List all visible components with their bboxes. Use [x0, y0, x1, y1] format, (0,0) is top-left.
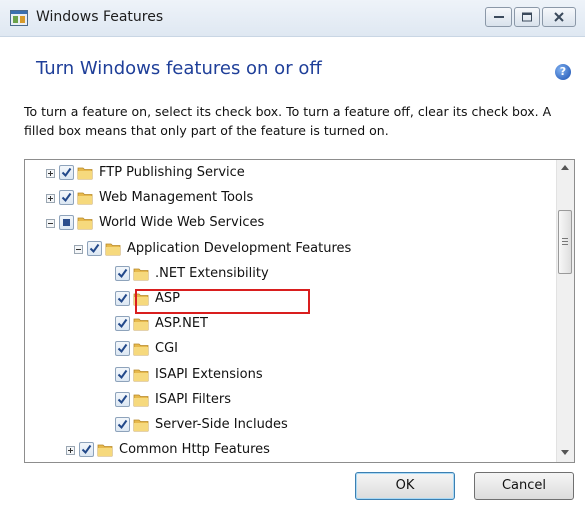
tree-item[interactable]: Common Http Features: [25, 439, 555, 462]
expand-icon[interactable]: [66, 446, 75, 456]
expand-icon[interactable]: [46, 194, 55, 204]
arrow-down-icon: [561, 450, 569, 455]
checkbox[interactable]: [115, 417, 130, 432]
maximize-icon: [522, 12, 532, 22]
close-button[interactable]: [542, 7, 576, 27]
folder-icon: [77, 217, 93, 230]
tree-item[interactable]: .NET Extensibility: [25, 263, 555, 287]
vertical-scrollbar[interactable]: [556, 160, 574, 462]
folder-icon: [133, 268, 149, 281]
cancel-button[interactable]: Cancel: [474, 472, 574, 500]
checkbox[interactable]: [59, 165, 74, 180]
tree-item[interactable]: Web Management Tools: [25, 187, 555, 211]
tree-item-label: FTP Publishing Service: [99, 165, 245, 180]
checkbox[interactable]: [115, 391, 130, 407]
folder-icon: [105, 243, 121, 255]
tree-item[interactable]: ISAPI Extensions: [25, 364, 555, 388]
arrow-up-icon: [561, 165, 569, 170]
tree-item-label: CGI: [155, 341, 178, 357]
title-bar[interactable]: Windows Features: [0, 0, 585, 37]
scroll-up-button[interactable]: [557, 160, 574, 177]
folder-icon: [97, 444, 113, 457]
tree-item[interactable]: Application Development Features: [25, 238, 555, 262]
asp-highlight-annotation: [135, 289, 310, 314]
folder-icon: [133, 369, 149, 381]
folder-icon: [133, 394, 149, 407]
tree-item[interactable]: Server-Side Includes: [25, 414, 555, 438]
tree-item-label: ISAPI Filters: [155, 391, 231, 407]
folder-icon: [133, 318, 149, 331]
folder-icon: [77, 167, 93, 180]
checkbox[interactable]: [115, 291, 130, 306]
page-heading: Turn Windows features on or off: [36, 58, 322, 79]
maximize-button[interactable]: [514, 7, 540, 27]
ok-button[interactable]: OK: [355, 472, 455, 500]
tree-item[interactable]: FTP Publishing Service: [25, 162, 555, 186]
collapse-icon[interactable]: [46, 219, 55, 229]
minimize-button[interactable]: [485, 7, 512, 27]
collapse-icon[interactable]: [74, 244, 83, 254]
description-text: To turn a feature on, select its check b…: [24, 104, 552, 138]
checkbox[interactable]: [115, 265, 130, 281]
expand-icon[interactable]: [46, 169, 55, 178]
minimize-icon: [493, 16, 504, 18]
tree-item-label: Web Management Tools: [99, 190, 254, 206]
folder-icon: [133, 343, 149, 356]
tree-item-label: ISAPI Extensions: [155, 366, 263, 382]
help-icon[interactable]: ?: [555, 64, 571, 80]
windows-features-dialog: Windows Features Turn Windows features o…: [0, 0, 585, 513]
folder-icon: [77, 192, 93, 205]
tree-item-label: .NET Extensibility: [155, 265, 269, 281]
tree-item[interactable]: CGI: [25, 338, 555, 362]
checkbox-partial[interactable]: [59, 215, 74, 231]
close-icon: [554, 12, 564, 22]
feature-tree[interactable]: FTP Publishing Service Web Management Too…: [24, 159, 575, 463]
window-app-icon: [10, 10, 28, 26]
checkbox[interactable]: [115, 341, 130, 357]
tree-item[interactable]: ISAPI Filters: [25, 389, 555, 413]
window-title: Windows Features: [36, 9, 164, 25]
checkbox[interactable]: [79, 442, 94, 458]
checkbox[interactable]: [115, 316, 130, 332]
tree-item-label: Common Http Features: [119, 442, 270, 458]
tree-item[interactable]: World Wide Web Services: [25, 212, 555, 236]
checkbox[interactable]: [59, 190, 74, 206]
tree-item-label: ASP.NET: [155, 316, 208, 332]
folder-icon: [133, 419, 149, 432]
checkbox[interactable]: [87, 240, 102, 256]
tree-item-label: Application Development Features: [127, 240, 352, 256]
scroll-down-button[interactable]: [557, 445, 574, 462]
tree-item-label: World Wide Web Services: [99, 215, 265, 231]
scroll-thumb[interactable]: [558, 210, 572, 274]
checkbox[interactable]: [115, 366, 130, 382]
tree-item[interactable]: ASP.NET: [25, 313, 555, 337]
tree-item-label: Server-Side Includes: [155, 417, 288, 432]
